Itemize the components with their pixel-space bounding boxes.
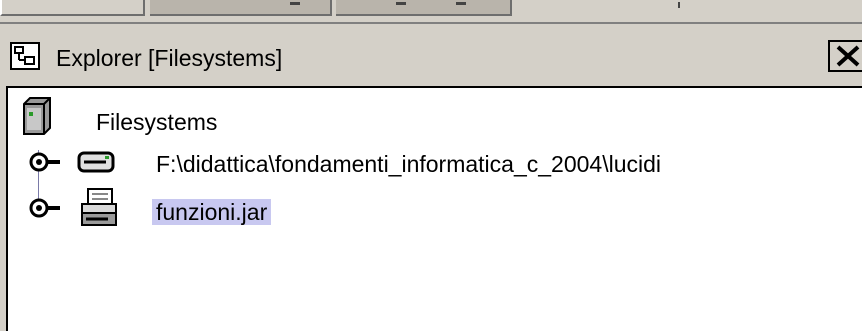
tree-item-label[interactable]: funzioni.jar xyxy=(152,198,272,226)
panel-title: Explorer [Filesystems] xyxy=(56,45,283,71)
filesystems-icon xyxy=(20,96,54,141)
expand-handle-icon[interactable] xyxy=(28,150,64,179)
tree-item-label[interactable]: F:\didattica\fondamenti_informatica_c_20… xyxy=(156,150,661,178)
close-button[interactable] xyxy=(828,40,862,72)
jar-archive-icon xyxy=(78,186,120,233)
tab-marker-icon xyxy=(396,2,406,5)
tab-segment[interactable] xyxy=(150,0,332,16)
tab-marker-icon xyxy=(290,2,300,5)
tree-root-label[interactable]: Filesystems xyxy=(96,108,217,136)
top-tab-strip xyxy=(0,0,862,30)
selected-item-label[interactable]: funzioni.jar xyxy=(152,199,272,225)
local-disk-icon xyxy=(76,150,116,179)
tab-segment[interactable] xyxy=(0,0,145,16)
close-icon xyxy=(836,45,860,67)
divider xyxy=(0,22,862,24)
divider xyxy=(678,2,680,8)
tab-segment[interactable] xyxy=(336,0,512,16)
tab-marker-icon xyxy=(456,2,466,5)
explorer-icon xyxy=(10,42,40,70)
expand-handle-icon[interactable] xyxy=(28,196,64,225)
